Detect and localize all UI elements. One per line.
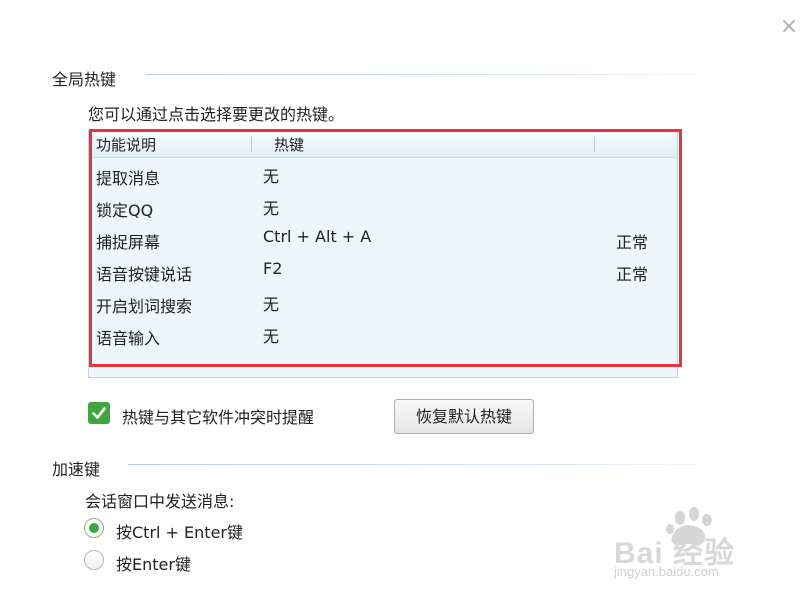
table-row[interactable]: 语音输入 无 <box>89 318 677 350</box>
hotkey-value: 无 <box>263 167 280 186</box>
hotkey-value: 无 <box>263 295 280 314</box>
table-row[interactable]: 开启划词搜索 无 <box>89 286 677 318</box>
enter-radio[interactable] <box>84 550 104 570</box>
conflict-alert-checkbox[interactable] <box>88 402 110 424</box>
hotkey-value: 无 <box>263 327 280 346</box>
watermark-logo <box>666 507 712 546</box>
function-name: 语音按键说话 <box>96 265 193 284</box>
hotkeys-description: 您可以通过点击选择要更改的热键。 <box>88 105 345 124</box>
function-name: 捕捉屏幕 <box>96 233 161 252</box>
enter-label[interactable]: 按Enter键 <box>116 551 191 575</box>
column-separator[interactable] <box>594 136 595 152</box>
column-header-function[interactable]: 功能说明 <box>96 134 156 155</box>
accelerator-heading: 加速键 <box>52 460 101 479</box>
column-header-hotkey[interactable]: 热键 <box>274 134 304 155</box>
send-message-description: 会话窗口中发送消息: <box>85 492 235 511</box>
global-hotkeys-heading: 全局热键 <box>52 70 117 89</box>
table-row[interactable]: 语音按键说话 F2 正常 <box>89 254 677 286</box>
watermark-brand: Bai 经验 <box>614 537 736 570</box>
function-name: 锁定QQ <box>96 201 154 220</box>
conflict-alert-label[interactable]: 热键与其它软件冲突时提醒 <box>122 404 314 428</box>
ctrl-enter-label[interactable]: 按Ctrl + Enter键 <box>116 519 243 543</box>
table-row[interactable]: 捕捉屏幕 Ctrl + Alt + A 正常 <box>89 222 677 254</box>
table-row[interactable]: 提取消息 无 <box>89 158 677 190</box>
hotkey-status: 正常 <box>616 265 649 284</box>
function-name: 开启划词搜索 <box>96 297 193 316</box>
baidu-jingyan-watermark: Bai 经验 jingyan.baidu.com <box>612 506 792 586</box>
checkmark-icon <box>92 407 106 419</box>
hotkey-value: Ctrl + Alt + A <box>263 227 372 246</box>
function-name: 提取消息 <box>96 169 161 188</box>
section-divider <box>146 74 696 75</box>
column-separator[interactable] <box>251 136 252 152</box>
ctrl-enter-radio[interactable] <box>84 518 104 538</box>
watermark-url: jingyan.baidu.com <box>614 564 719 579</box>
hotkey-status: 正常 <box>616 233 649 252</box>
section-divider <box>128 464 696 465</box>
restore-default-hotkeys-button[interactable]: 恢复默认热键 <box>394 399 534 434</box>
table-row[interactable]: 锁定QQ 无 <box>89 190 677 222</box>
hotkey-value: F2 <box>263 259 283 278</box>
hotkey-table: 功能说明 热键 提取消息 无 锁定QQ 无 捕捉屏幕 Ctrl + Alt + … <box>88 130 678 378</box>
table-header: 功能说明 热键 <box>89 131 677 158</box>
close-icon[interactable]: × <box>778 16 800 38</box>
hotkey-value: 无 <box>263 199 280 218</box>
function-name: 语音输入 <box>96 329 161 348</box>
